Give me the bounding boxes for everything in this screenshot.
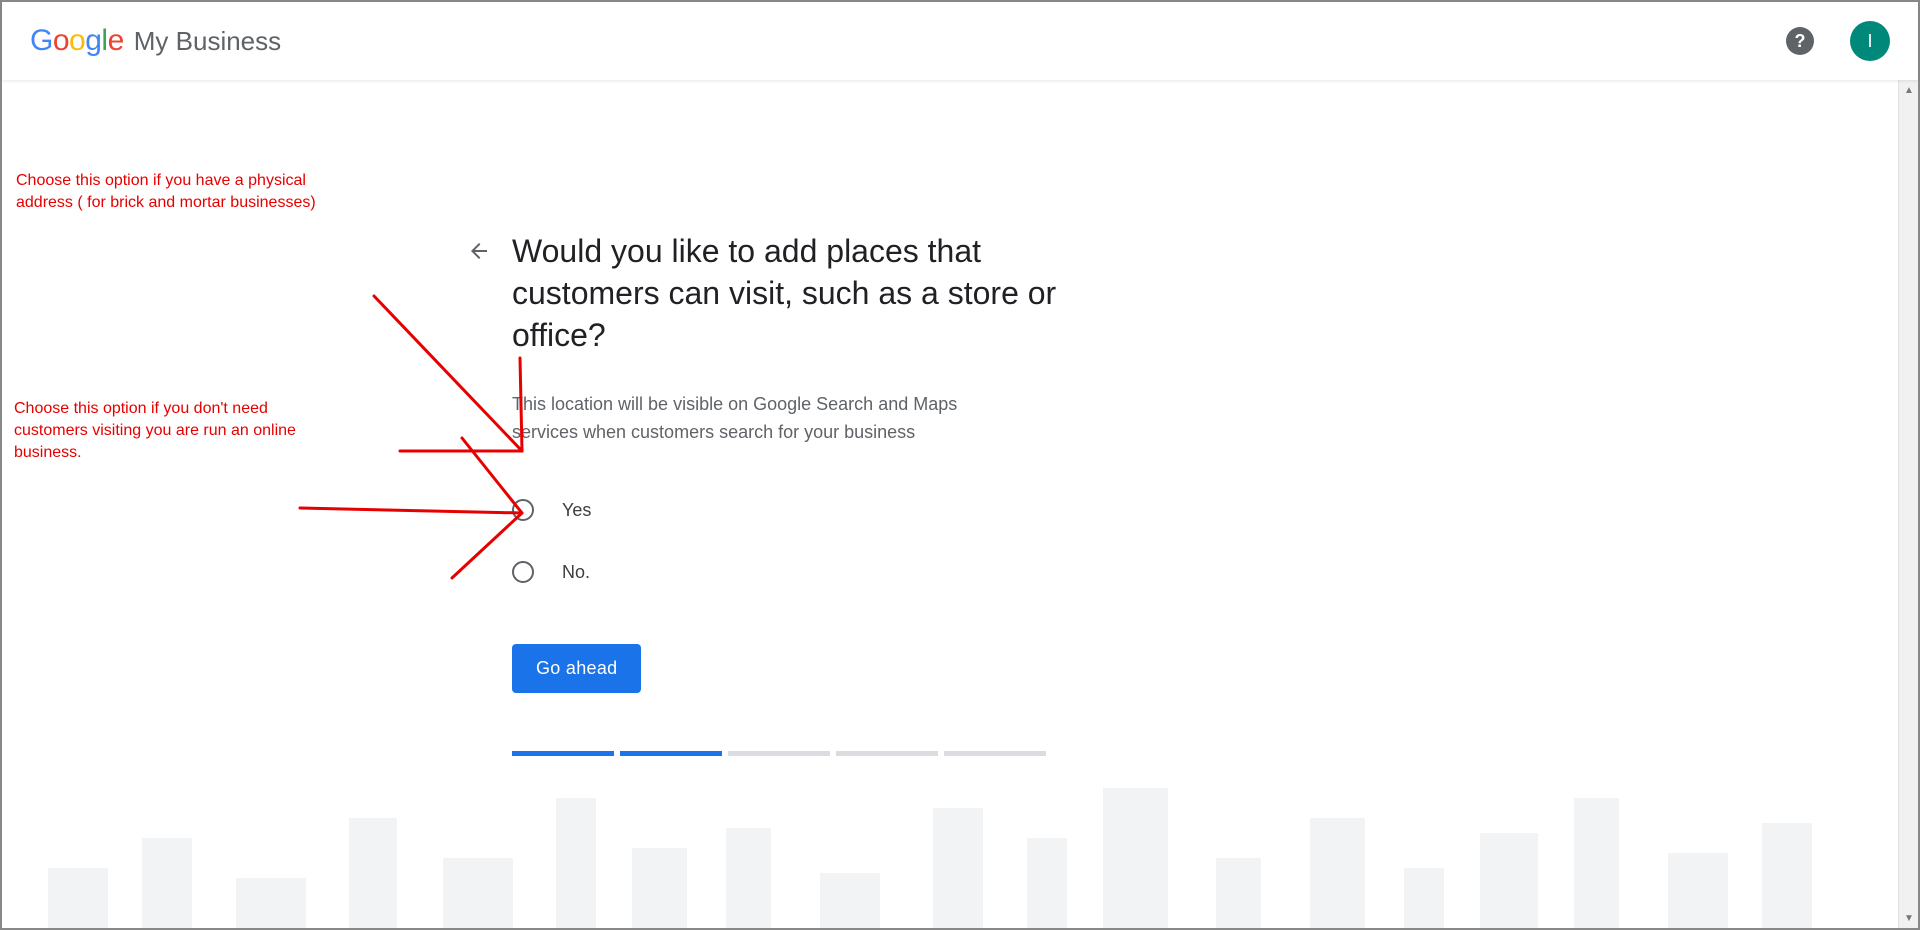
progress-segment (512, 751, 614, 756)
radio-label-no: No. (562, 562, 590, 583)
question-subtitle: This location will be visible on Google … (512, 390, 1012, 446)
back-button[interactable] (462, 234, 496, 268)
product-name: My Business (134, 26, 281, 57)
radio-option-yes[interactable]: Yes (512, 490, 1072, 530)
google-logo: Google (30, 24, 124, 58)
progress-segment (836, 751, 938, 756)
progress-stepper (512, 751, 1072, 756)
app-header: Google My Business ? I (2, 2, 1918, 80)
radio-option-no[interactable]: No. (512, 552, 1072, 592)
progress-segment (728, 751, 830, 756)
radio-icon (512, 499, 534, 521)
google-my-business-logo: Google My Business (30, 24, 281, 58)
progress-segment (944, 751, 1046, 756)
radio-group: Yes No. (512, 490, 1072, 592)
radio-label-yes: Yes (562, 500, 591, 521)
scroll-down-arrow-icon[interactable]: ▼ (1899, 908, 1919, 928)
help-icon[interactable]: ? (1786, 27, 1814, 55)
question-title: Would you like to add places that custom… (512, 230, 1072, 356)
radio-icon (512, 561, 534, 583)
main-region: Would you like to add places that custom… (2, 80, 1918, 928)
vertical-scrollbar[interactable]: ▲ ▼ (1898, 80, 1918, 928)
arrow-left-icon (467, 239, 491, 263)
scroll-up-arrow-icon[interactable]: ▲ (1899, 80, 1919, 100)
account-avatar[interactable]: I (1850, 21, 1890, 61)
progress-segment (620, 751, 722, 756)
question-panel: Would you like to add places that custom… (512, 230, 1072, 756)
annotation-text-no: Choose this option if you don't need cus… (14, 398, 304, 464)
annotation-text-yes: Choose this option if you have a physica… (16, 170, 366, 214)
go-ahead-button[interactable]: Go ahead (512, 644, 641, 693)
skyline-illustration (10, 768, 1894, 928)
